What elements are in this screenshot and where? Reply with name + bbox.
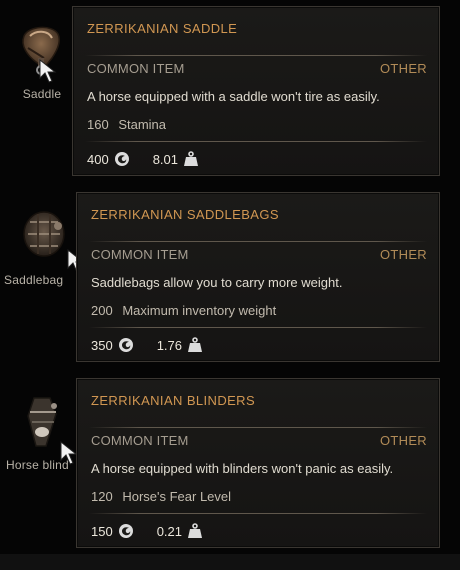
item-rarity: COMMON ITEM: [87, 61, 185, 76]
item-description: Saddlebags allow you to carry more weigh…: [91, 275, 343, 290]
item-rarity: COMMON ITEM: [91, 247, 189, 262]
item-stat: 120 Horse's Fear Level: [91, 489, 231, 504]
item-tooltip: ZERRIKANIAN BLINDERS COMMON ITEM OTHER A…: [76, 378, 440, 548]
saddlebags-icon: [23, 211, 65, 257]
pointer-cursor-icon: [39, 58, 57, 83]
item-price: 400: [87, 151, 109, 167]
item-footer: 350 1.76: [91, 333, 427, 357]
weight-icon: [184, 151, 199, 166]
item-description: A horse equipped with a saddle won't tir…: [87, 89, 380, 104]
coin-icon: [118, 338, 133, 352]
stat-label: Horse's Fear Level: [122, 489, 232, 504]
stat-value: 160: [87, 117, 109, 132]
item-tooltip: ZERRIKANIAN SADDLEBAGS COMMON ITEM OTHER…: [76, 192, 440, 362]
weight-icon: [188, 523, 203, 538]
coin-icon: [118, 524, 133, 538]
item-title: ZERRIKANIAN BLINDERS: [91, 393, 256, 408]
stat-value: 200: [91, 303, 113, 318]
divider: [89, 427, 427, 428]
slot-label: Saddlebag: [4, 273, 64, 287]
item-price: 350: [91, 337, 113, 353]
item-stat: 160 Stamina: [87, 117, 166, 132]
item-category: OTHER: [380, 247, 427, 262]
item-rarity: COMMON ITEM: [91, 433, 189, 448]
item-tooltip: ZERRIKANIAN SADDLE COMMON ITEM OTHER A h…: [72, 6, 440, 176]
item-title: ZERRIKANIAN SADDLEBAGS: [91, 207, 279, 222]
stat-label: Stamina: [118, 117, 167, 132]
divider: [85, 55, 427, 56]
item-category: OTHER: [380, 61, 427, 76]
item-title: ZERRIKANIAN SADDLE: [87, 21, 238, 36]
item-category: OTHER: [380, 433, 427, 448]
item-stat: 200 Maximum inventory weight: [91, 303, 276, 318]
divider: [89, 327, 427, 328]
divider: [85, 141, 427, 142]
stat-label: Maximum inventory weight: [122, 303, 277, 318]
item-description: A horse equipped with blinders won't pan…: [91, 461, 394, 476]
item-price: 150: [91, 523, 113, 539]
item-footer: 150 0.21: [91, 519, 427, 543]
item-weight: 0.21: [156, 523, 183, 539]
weight-icon: [188, 337, 203, 352]
item-footer: 400 8.01: [87, 147, 427, 171]
bottom-strip: [0, 554, 460, 570]
stat-value: 120: [91, 489, 113, 504]
divider: [89, 241, 427, 242]
item-weight: 1.76: [156, 337, 183, 353]
coin-icon: [114, 152, 129, 166]
item-weight: 8.01: [152, 151, 179, 167]
divider: [89, 513, 427, 514]
